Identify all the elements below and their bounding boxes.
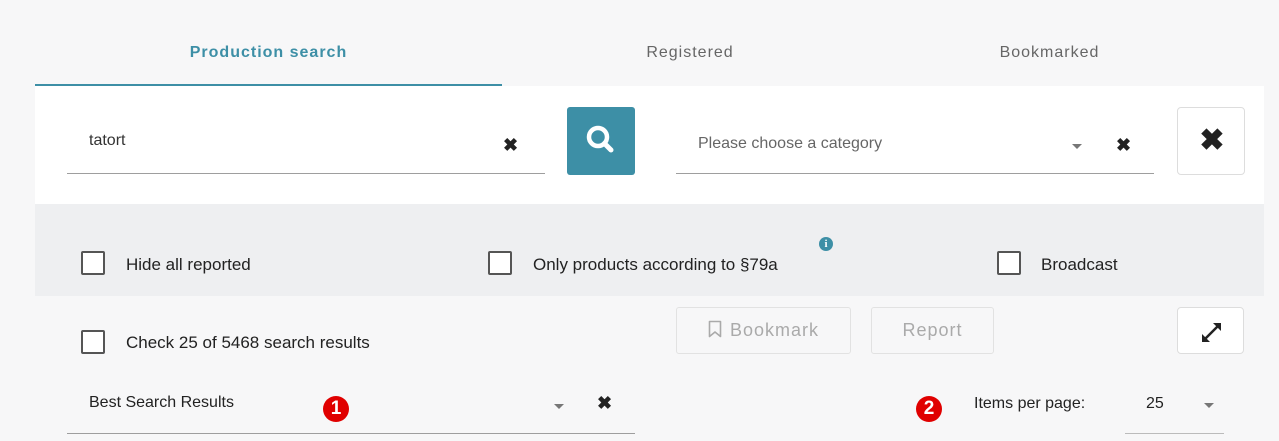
tab-bookmarked[interactable]: Bookmarked — [878, 20, 1221, 86]
items-per-page-label: Items per page: — [974, 395, 1086, 412]
clear-category-icon[interactable]: ✖ — [1116, 136, 1131, 154]
search-input[interactable] — [89, 132, 469, 150]
tab-bar: Production search Registered Bookmarked — [35, 20, 1221, 86]
report-label: Report — [902, 320, 963, 340]
expand-icon — [1202, 323, 1221, 342]
expand-button[interactable] — [1177, 307, 1244, 354]
bookmark-label: Bookmark — [729, 320, 820, 340]
category-placeholder: Please choose a category — [698, 135, 883, 152]
items-per-page-select[interactable]: 25 — [1125, 380, 1224, 434]
hide-reported-checkbox[interactable] — [81, 251, 105, 275]
reset-button[interactable]: ✖ — [1177, 107, 1245, 175]
only-79a-checkbox[interactable] — [488, 251, 512, 275]
sort-value: Best Search Results — [89, 394, 234, 411]
tab-registered[interactable]: Registered — [502, 20, 878, 86]
bookmark-icon — [708, 320, 722, 338]
close-icon: ✖ — [1199, 124, 1225, 157]
items-per-page-value: 25 — [1146, 395, 1164, 412]
chevron-down-icon[interactable] — [554, 404, 564, 409]
bookmark-button[interactable]: Bookmark — [676, 307, 851, 354]
hide-reported-label: Hide all reported — [126, 255, 251, 274]
clear-search-icon[interactable]: ✖ — [503, 136, 518, 154]
search-field: ✖ — [67, 116, 545, 174]
annotation-badge-2: 2 — [916, 396, 942, 422]
chevron-down-icon[interactable] — [1204, 403, 1214, 408]
broadcast-checkbox[interactable] — [997, 251, 1021, 275]
clear-sort-icon[interactable]: ✖ — [597, 394, 612, 412]
broadcast-label: Broadcast — [1041, 255, 1118, 274]
search-button[interactable] — [567, 107, 635, 175]
tab-production-search[interactable]: Production search — [35, 20, 502, 86]
check-results-label: Check 25 of 5468 search results — [126, 333, 370, 352]
annotation-badge-1: 1 — [323, 396, 349, 422]
only-79a-label: Only products according to §79a — [533, 255, 778, 274]
sort-select[interactable]: Best Search Results ✖ — [67, 380, 635, 434]
filter-bar — [35, 204, 1264, 296]
chevron-down-icon[interactable] — [1072, 144, 1082, 149]
info-icon[interactable]: i — [819, 237, 833, 251]
check-results-checkbox[interactable] — [81, 330, 105, 354]
search-icon — [586, 125, 614, 153]
report-button[interactable]: Report — [871, 307, 994, 354]
category-select[interactable]: Please choose a category ✖ — [676, 116, 1154, 174]
